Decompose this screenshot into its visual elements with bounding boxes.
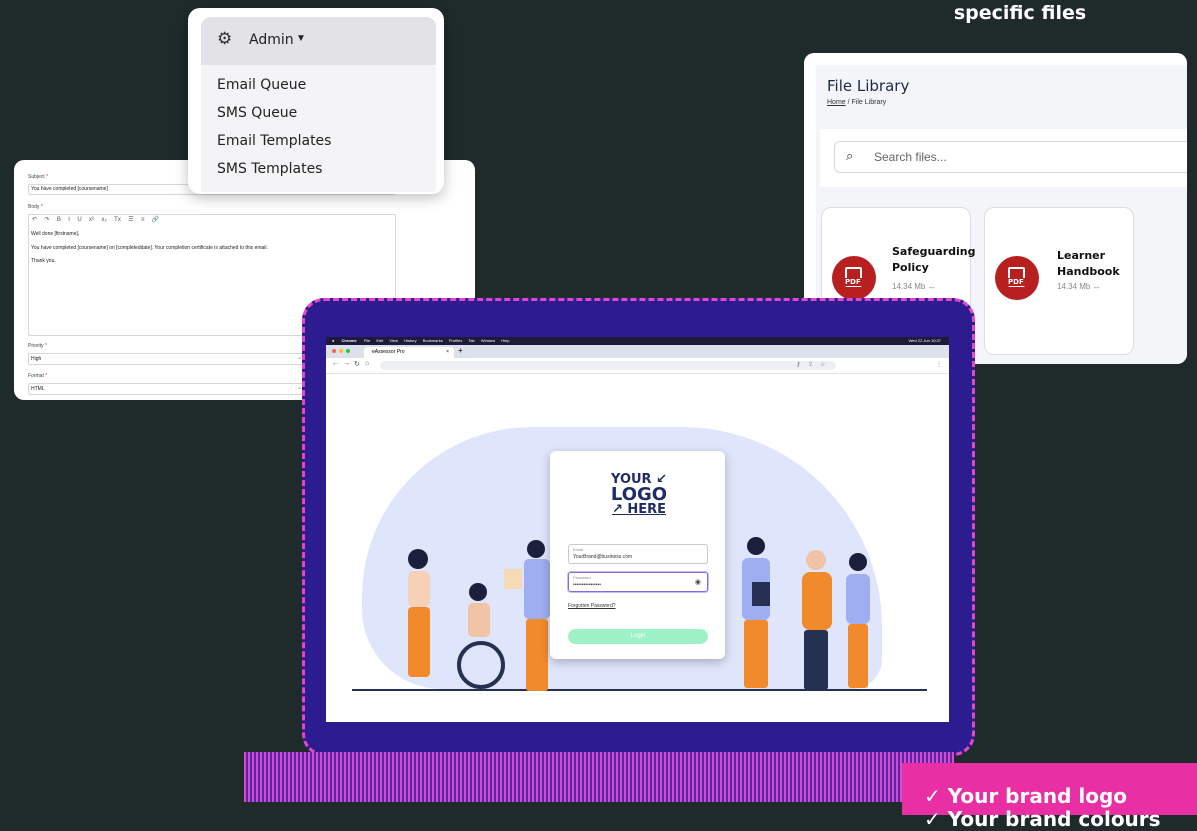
reload-icon[interactable]: ↻ (354, 360, 360, 368)
search-placeholder: Search files... (874, 150, 947, 164)
maximize-window-button[interactable] (346, 349, 350, 353)
expand-icon: ↔ (1092, 282, 1101, 291)
close-window-button[interactable] (332, 349, 336, 353)
bullet-list-button[interactable]: ☰ (128, 216, 133, 223)
underline-button[interactable]: U (77, 217, 81, 223)
priority-label: Priority * (28, 343, 47, 349)
feature-box: ✓ Your brand logo ✓ Your brand colours (902, 763, 1197, 831)
address-bar-row: ← → ↻ ⌂ ⚷ ⇪ ☆ ⋮ (326, 358, 949, 374)
login-button[interactable]: Login (568, 629, 708, 644)
file-card[interactable]: PDF Learner Handbook 14.34 Mb ↔ (984, 207, 1134, 355)
expand-icon: ↔ (927, 282, 936, 291)
menu-tab[interactable]: Tab (468, 338, 474, 343)
menu-item-email-queue[interactable]: Email Queue (217, 77, 306, 93)
subscript-button[interactable]: x₂ (101, 217, 106, 223)
admin-menu-list: Email Queue SMS Queue Email Templates SM… (201, 65, 436, 192)
back-icon[interactable]: ← (332, 360, 339, 367)
menu-help[interactable]: Help (501, 338, 509, 343)
forward-icon[interactable]: → (343, 360, 350, 367)
menu-view[interactable]: View (389, 338, 398, 343)
login-card: YOUR ↙ LOGO ↗ HERE Email YourBrand@busin… (550, 451, 725, 659)
caret-down-icon: ▼ (296, 33, 306, 44)
brand-logo: YOUR ↙ LOGO ↗ HERE (610, 472, 668, 517)
clock: Wed 22 Jun 10:37 (908, 338, 941, 343)
menu-edit[interactable]: Edit (376, 338, 383, 343)
apple-icon: ● (332, 338, 335, 343)
key-icon[interactable]: ⚷ (796, 361, 800, 368)
url-bar[interactable] (380, 361, 836, 370)
link-icon[interactable]: 🔗 (152, 216, 159, 223)
file-name: Learner Handbook (1057, 249, 1120, 278)
laptop-keyboard (244, 752, 954, 802)
priority-select[interactable] (28, 353, 310, 365)
bookmark-star-icon[interactable]: ☆ (820, 361, 825, 368)
feature-line: ✓ Your brand colours (924, 807, 1161, 831)
format-label: Format * (28, 373, 48, 379)
menu-bookmarks[interactable]: Bookmarks (423, 338, 443, 343)
admin-menu-label: Admin (249, 32, 294, 48)
body-line: Thank you. (31, 258, 56, 264)
app-name: Chrome (341, 338, 357, 343)
gears-icon: ⚙ (217, 29, 233, 48)
file-size: 14.34 Mb ↔ (1057, 282, 1101, 291)
italic-button[interactable]: I (68, 217, 70, 223)
clear-format-button[interactable]: Tx (114, 217, 121, 223)
forgotten-password-link[interactable]: Forgotten Password? (568, 603, 616, 609)
email-field[interactable]: Email YourBrand@business.com (568, 544, 708, 564)
search-input[interactable]: ⌕ Search files... (834, 141, 1187, 173)
breadcrumb-home-link[interactable]: Home (827, 99, 846, 106)
menu-history[interactable]: History (404, 338, 416, 343)
hide-password-icon[interactable]: ◉ (695, 578, 701, 586)
file-name: Safeguarding Policy (892, 245, 976, 274)
search-icon: ⌕ (846, 148, 854, 163)
tab-bar: eAssessor Pro × + (326, 345, 949, 358)
menu-profiles[interactable]: Profiles (449, 338, 462, 343)
close-tab-icon[interactable]: × (446, 347, 449, 358)
laptop-screen: ● Chrome File Edit View History Bookmark… (326, 337, 949, 722)
bold-button[interactable]: B (57, 217, 61, 223)
menu-item-email-templates[interactable]: Email Templates (217, 133, 331, 149)
more-menu-icon[interactable]: ⋮ (936, 361, 942, 368)
feature-line: ✓ Your brand logo (924, 784, 1128, 808)
menu-file[interactable]: File (364, 338, 370, 343)
mac-menu-bar: ● Chrome File Edit View History Bookmark… (326, 337, 949, 345)
pdf-icon: PDF (995, 256, 1039, 300)
menu-item-sms-templates[interactable]: SMS Templates (217, 161, 322, 177)
editor-toolbar: ↶ ↷ B I U x² x₂ Tx ☰ ≡ 🔗 (32, 216, 165, 223)
new-tab-button[interactable]: + (458, 346, 463, 355)
email-label: Email (573, 547, 584, 552)
breadcrumb-current: File Library (851, 99, 887, 106)
pdf-icon: PDF (832, 256, 876, 300)
home-icon[interactable]: ⌂ (365, 360, 369, 367)
email-value: YourBrand@business.com (573, 554, 633, 560)
body-label: Body * (28, 204, 43, 210)
priority-value: High (31, 356, 42, 362)
minimize-window-button[interactable] (339, 349, 343, 353)
subject-value: You have completed [coursename] (31, 186, 108, 192)
menu-window[interactable]: Window (481, 338, 495, 343)
share-icon[interactable]: ⇪ (808, 361, 813, 368)
body-line: You have completed [coursename] on [comp… (31, 245, 268, 251)
password-label: Password (573, 575, 591, 580)
breadcrumb: Home / File Library (827, 99, 887, 106)
password-field[interactable]: Password •••••••••••••••• ◉ (568, 572, 708, 592)
menu-item-sms-queue[interactable]: SMS Queue (217, 105, 297, 121)
headline: specific files (953, 2, 1087, 24)
undo-icon[interactable]: ↶ (32, 216, 37, 223)
page-title: File Library (827, 77, 910, 95)
admin-menu-button[interactable]: ⚙ Admin ▼ (201, 17, 436, 65)
format-select[interactable] (28, 383, 310, 395)
people-illustration-right (742, 537, 870, 690)
subject-label: Subject * (28, 174, 49, 180)
superscript-button[interactable]: x² (89, 217, 94, 223)
numbered-list-button[interactable]: ≡ (141, 217, 145, 223)
browser-tab[interactable]: eAssessor Pro × (364, 347, 454, 358)
format-value: HTML (31, 386, 45, 392)
body-line: Well done [firstname], (31, 231, 80, 237)
redo-icon[interactable]: ↷ (44, 216, 49, 223)
admin-dropdown: ⚙ Admin ▼ Email Queue SMS Queue Email Te… (188, 8, 444, 194)
file-size: 14.34 Mb ↔ (892, 282, 936, 291)
password-value: •••••••••••••••• (573, 582, 602, 588)
